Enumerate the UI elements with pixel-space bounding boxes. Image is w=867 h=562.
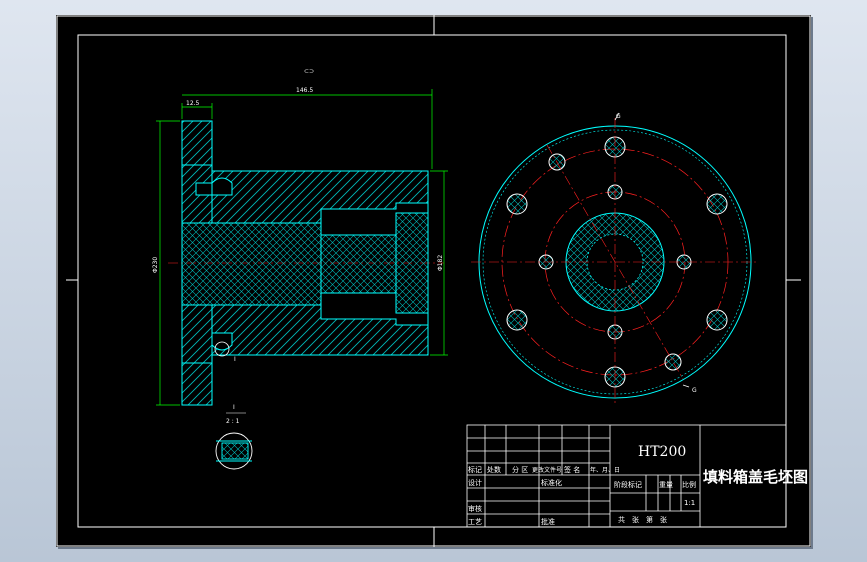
cut-mark-top: G <box>616 113 621 120</box>
flange-lower <box>181 362 213 406</box>
dim-overall-length: 146.5 <box>296 87 313 94</box>
drawing-sheet: I ⊂⊃ 146.5 12.5 Φ230 Φ182 I 2: 1 G G HT… <box>56 15 811 547</box>
detail-view-i[interactable]: I 2 : 1 <box>215 404 253 470</box>
tb-col-date: 年、月、日 <box>590 466 620 474</box>
tb-row-std: 标准化 <box>541 478 562 487</box>
core-step <box>395 212 429 314</box>
tb-weight-label: 重量 <box>659 481 673 489</box>
detail-scale: 2 : 1 <box>226 418 240 425</box>
dim-body-diameter: Φ182 <box>437 255 444 271</box>
bolt-recess-upper <box>195 182 213 196</box>
cut-mark-bottom: G <box>692 387 697 394</box>
tb-row-design: 设计 <box>468 478 482 487</box>
detail-title: I <box>233 404 235 411</box>
section-view[interactable]: I <box>168 120 444 406</box>
material-label: HT200 <box>638 444 686 460</box>
tb-row-approve: 批准 <box>541 517 555 526</box>
groove-upper <box>211 177 233 196</box>
detail-callout-label: I <box>234 356 236 363</box>
flange-upper <box>181 120 213 166</box>
tb-col-count: 处数 <box>487 465 501 474</box>
tb-col-zone: 分 区 <box>512 465 528 474</box>
part-name: 填料箱盖毛坯图 <box>703 468 808 486</box>
drawing-canvas[interactable]: I ⊂⊃ 146.5 12.5 Φ230 Φ182 I 2: 1 G G HT… <box>56 15 811 547</box>
flange-mid-lower <box>181 304 213 364</box>
tb-stage-label: 阶段标记 <box>614 480 642 489</box>
tb-scale-label: 比例 <box>682 480 696 489</box>
dim-tolerance-symbol: ⊂⊃ <box>304 68 314 75</box>
tb-row-process: 工艺 <box>468 518 482 526</box>
front-centerlines <box>471 118 759 406</box>
dim-flange-thickness: 12.5 <box>186 100 200 107</box>
tb-col-doc: 更改文件号 <box>532 466 562 474</box>
cad-viewport[interactable]: I ⊂⊃ 146.5 12.5 Φ230 Φ182 I 2: 1 G G HT… <box>0 0 867 562</box>
tb-scale-value: 1:1 <box>684 499 695 507</box>
drawing-frame <box>56 15 811 547</box>
core-region <box>181 222 397 306</box>
tb-col-mark: 标记 <box>468 465 482 474</box>
dim-flange-diameter: Φ230 <box>152 257 159 273</box>
tb-sheet-label: 共 张 第 张 <box>618 515 667 524</box>
tb-row-review: 审核 <box>468 504 482 513</box>
tb-col-sign: 签 名 <box>564 465 580 474</box>
front-view[interactable]: G G <box>471 112 759 406</box>
